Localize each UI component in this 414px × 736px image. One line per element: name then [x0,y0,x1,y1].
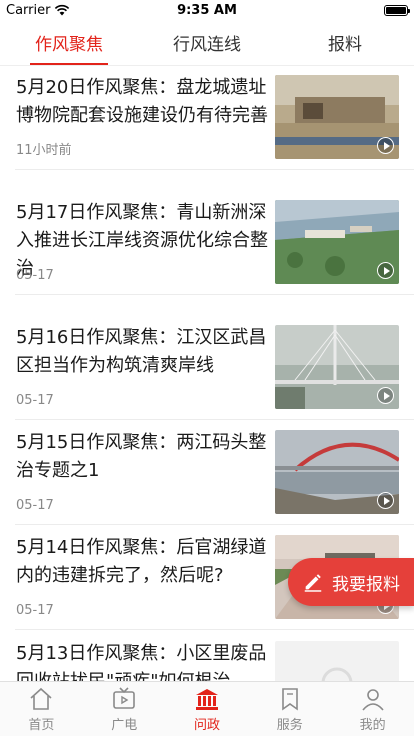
tab-label: 问政 [193,717,220,733]
news-item[interactable]: 5月17日作风聚焦：青山新洲深入推进长江岸线资源优化综合整治 05-17 [0,191,414,295]
news-date: 11小时前 [16,143,72,158]
divider [15,294,414,295]
home-icon [30,687,52,710]
tab-home[interactable]: 首页 [0,682,83,736]
tab-hangfeng-lianxian[interactable]: 行风连线 [138,20,276,65]
placeholder-image [275,641,399,681]
carrier-label: Carrier [6,2,51,18]
play-icon [377,492,394,509]
battery-icon [384,4,410,16]
report-button-label: 我要报料 [332,574,400,595]
tab-service[interactable]: 服务 [248,682,331,736]
news-title: 5月16日作风聚焦：江汉区武昌区担当作为构筑清爽岸线 [16,327,267,376]
tab-government[interactable]: 问政 [166,682,249,736]
news-item[interactable]: 5月20日作风聚焦：盘龙城遗址博物院配套设施建设仍有待完善 11小时前 [0,66,414,170]
divider [15,629,414,630]
news-title: 5月20日作风聚焦：盘龙城遗址博物院配套设施建设仍有待完善 [16,77,268,126]
news-title: 5月14日作风聚焦：后官湖绿道内的违建拆完了，然后呢? [16,537,267,586]
divider [15,169,414,170]
tab-label: 广电 [111,717,138,733]
report-button[interactable]: 我要报料 [288,558,414,606]
government-icon [195,688,218,710]
bottom-tab-bar: 首页 广电 问政 服务 我的 [0,681,414,736]
tab-tv[interactable]: 广电 [83,682,166,736]
news-date: 05-17 [16,498,54,513]
news-title: 5月13日作风聚焦：小区里废品回收站扰民"顽疾"如何根治 [16,643,267,681]
play-icon [377,262,394,279]
pencil-icon [304,574,322,592]
play-icon [377,387,394,404]
top-tab-bar: 作风聚焦 行风连线 报料 [0,20,414,66]
user-icon [361,688,384,711]
news-date: 05-17 [16,268,54,283]
tab-mine[interactable]: 我的 [331,682,414,736]
news-thumbnail[interactable] [275,325,399,409]
news-date: 05-17 [16,393,54,408]
tv-icon [113,686,135,709]
divider [15,419,414,420]
tab-label: 我的 [359,717,386,733]
status-bar: Carrier 9:35 AM [0,0,414,20]
play-icon [377,137,394,154]
status-left: Carrier [6,3,70,18]
tab-zuofeng-jujiao[interactable]: 作风聚焦 [0,20,138,65]
news-item[interactable]: 5月15日作风聚焦：两江码头整治专题之1 05-17 [0,421,414,525]
battery-fill [386,6,406,14]
news-date: 05-17 [16,603,54,618]
news-item[interactable]: 5月16日作风聚焦：江汉区武昌区担当作为构筑清爽岸线 05-17 [0,316,414,420]
news-thumbnail[interactable] [275,75,399,159]
divider [15,524,414,525]
tab-baoliao[interactable]: 报料 [276,20,414,65]
news-thumbnail[interactable] [275,430,399,514]
wifi-icon [55,4,70,16]
news-thumbnail[interactable] [275,200,399,284]
bookmark-icon [281,687,298,711]
news-title: 5月15日作风聚焦：两江码头整治专题之1 [16,432,267,481]
news-title: 5月17日作风聚焦：青山新洲深入推进长江岸线资源优化综合整治 [16,202,268,279]
tab-label: 服务 [276,717,303,733]
news-thumbnail[interactable] [275,641,399,681]
tab-label: 首页 [28,717,55,733]
news-item[interactable]: 5月13日作风聚焦：小区里废品回收站扰民"顽疾"如何根治 [0,632,414,681]
